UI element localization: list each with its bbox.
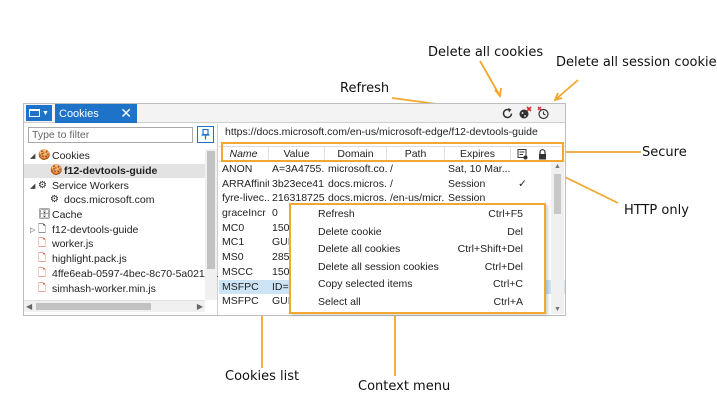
document-icon: 🗋 — [38, 223, 47, 235]
annotation-cookies-list: Cookies list — [225, 369, 300, 384]
refresh-icon — [502, 107, 512, 118]
tree-item-cache[interactable]: 🗄 Cache — [24, 208, 205, 223]
script-icon: 🗋 — [38, 267, 47, 279]
cookie-icon: 🍪 — [38, 150, 51, 162]
cookie-row[interactable]: ANON A=3A4755... microsoft.co... / Sat, … — [219, 162, 565, 177]
context-menu-highlight — [289, 203, 546, 314]
expand-triangle-icon: ◢ — [30, 182, 36, 190]
tab-menu-button[interactable]: ▼ — [26, 105, 52, 121]
gear-icon: ⚙ — [50, 194, 59, 206]
chevron-down-icon: ▼ — [42, 109, 49, 117]
cookie-row[interactable]: ARRAffinity 3b23ece41... docs.micros... … — [219, 177, 565, 192]
scroll-right-arrow-icon[interactable]: ▶ — [197, 301, 203, 312]
annotation-context-menu: Context menu — [358, 379, 451, 394]
gear-icon: ⚙ — [38, 179, 47, 191]
annotation-refresh: Refresh — [340, 81, 390, 96]
tab-cookies[interactable]: Cookies ✕ — [55, 104, 137, 123]
scrollbar-thumb[interactable] — [207, 151, 215, 269]
database-icon: 🗄 — [38, 209, 51, 221]
script-icon: 🗋 — [38, 282, 47, 294]
column-header-highlight — [221, 142, 564, 162]
tree-item-cookies[interactable]: ◢ 🍪 Cookies — [24, 149, 205, 164]
expand-triangle-icon: ◢ — [30, 153, 36, 161]
scroll-left-arrow-icon[interactable]: ◀ — [26, 301, 32, 312]
tree-item-simhash-worker[interactable]: 🗋 simhash-worker.min.js — [24, 281, 205, 296]
script-icon: 🗋 — [38, 253, 47, 265]
pin-button[interactable] — [197, 126, 214, 143]
annotation-delete-session-cookies: Delete all session cookies — [556, 55, 717, 70]
delete-all-cookies-button[interactable] — [517, 105, 533, 121]
tree-item-cookies-f12-devtools-guide[interactable]: 🍪 f12-devtools-guide — [24, 163, 205, 179]
tree-item-service-workers[interactable]: ◢ ⚙ Service Workers — [24, 178, 205, 193]
scrollbar-thumb[interactable] — [36, 303, 151, 310]
cookies-vertical-scrollbar[interactable]: ▲ ▼ — [551, 162, 564, 314]
annotation-secure: Secure — [642, 145, 687, 160]
cookie-origin-url: https://docs.microsoft.com/en-us/microso… — [225, 126, 538, 138]
tree-item-f12-devtools-guide-document[interactable]: ▷ 🗋 f12-devtools-guide — [24, 222, 205, 237]
delete-session-cookies-icon — [537, 106, 549, 120]
filter-input[interactable]: Type to filter — [28, 127, 193, 143]
scroll-up-arrow-icon[interactable]: ▲ — [554, 163, 561, 170]
tree-vertical-scrollbar[interactable] — [205, 149, 217, 300]
annotation-delete-all-cookies: Delete all cookies — [428, 45, 544, 60]
http-only-checkmark: ✓ — [518, 177, 527, 190]
pin-icon — [201, 129, 210, 140]
scroll-down-arrow-icon[interactable]: ▼ — [554, 306, 561, 313]
delete-cookies-icon — [519, 106, 532, 119]
collapse-triangle-icon: ▷ — [30, 226, 36, 234]
tree-item-worker-js[interactable]: 🗋 worker.js — [24, 237, 205, 252]
tree-item-highlight-pack-js[interactable]: 🗋 highlight.pack.js — [24, 252, 205, 267]
tree-item-docs-microsoft-com[interactable]: ⚙ docs.microsoft.com — [24, 193, 205, 208]
tab-bar: ▼ Cookies ✕ — [24, 104, 565, 123]
annotation-http-only: HTTP only — [624, 203, 689, 218]
resource-tree: ◢ 🍪 Cookies 🍪 f12-devtools-guide ◢ ⚙ Ser… — [24, 149, 224, 296]
delete-session-cookies-button[interactable] — [536, 105, 552, 121]
tab-cookies-label: Cookies — [59, 107, 99, 120]
scrollbar-thumb[interactable] — [554, 174, 561, 214]
refresh-button[interactable] — [499, 105, 515, 121]
close-icon[interactable]: ✕ — [120, 105, 132, 122]
cookie-icon: 🍪 — [50, 165, 63, 177]
resource-tree-pane: Type to filter ◢ 🍪 Cookies 🍪 f12-devtool… — [24, 124, 224, 315]
folder-icon — [29, 109, 41, 117]
tree-horizontal-scrollbar[interactable]: ◀ ▶ — [24, 300, 205, 312]
tree-item-4ffe6eab[interactable]: 🗋 4ffe6eab-0597-4bec-8c70-5a0211f1b — [24, 267, 224, 282]
script-icon: 🗋 — [38, 238, 47, 250]
